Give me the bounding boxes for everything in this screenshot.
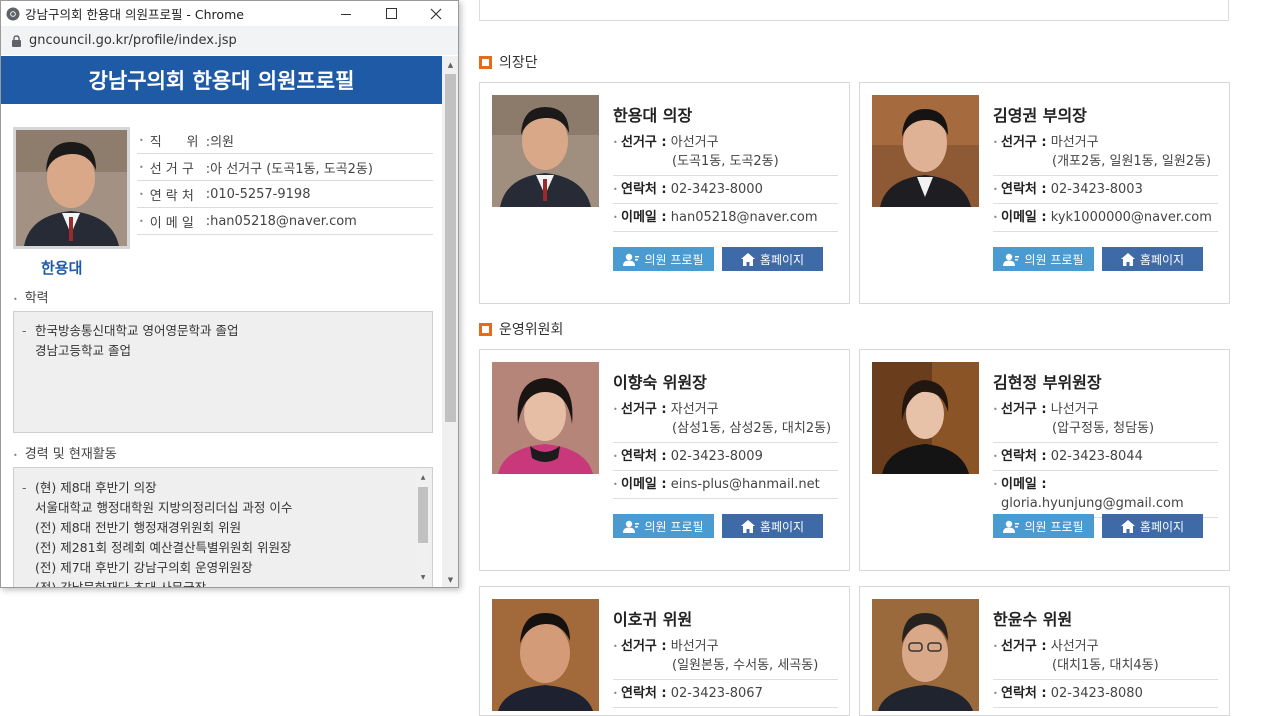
district-row: 선거구 : 마선거구 (개포2동, 일원1동, 일원2동): [993, 133, 1218, 176]
scroll-down-icon[interactable]: ▼: [416, 572, 430, 584]
minimize-icon: [341, 13, 351, 15]
home-icon: [740, 252, 755, 266]
profile-info-list: • 직 위:의원 • 선 거 구:아 선거구 (도곡1동, 도곡2동) • 연 락 처…: [137, 127, 433, 235]
member-name: 김영권 부의장: [993, 106, 1087, 125]
member-profile-button[interactable]: 의원 프로필: [993, 247, 1094, 271]
profile-name: 한용대: [41, 259, 83, 277]
member-name: 한용대 의장: [613, 106, 693, 125]
member-card: 이호귀 위원 선거구 : 바선거구 (일원본동, 수서동, 세곡동) 연락처 :…: [479, 586, 850, 716]
member-card: 김영권 부의장 선거구 : 마선거구 (개포2동, 일원1동, 일원2동) 연락…: [859, 82, 1230, 304]
phone-row: 연락처 : 02-3423-8080: [993, 680, 1218, 708]
career-item: (전) 제281회 정례회 예산결산특별위원회 위원장: [35, 540, 292, 555]
district-row: 선거구 : 사선거구 (대치1동, 대치4동): [993, 637, 1218, 680]
district-row: 선거구 : 나선거구 (압구정동, 청담동): [993, 400, 1218, 443]
maximize-button[interactable]: [368, 1, 414, 26]
education-heading: • 학력: [13, 291, 49, 306]
district-row: 선거구 : 바선거구 (일원본동, 수서동, 세곡동): [613, 637, 838, 680]
member-homepage-button[interactable]: 홈페이지: [722, 514, 823, 538]
section-title-leadership: 의장단: [479, 52, 538, 72]
district-row: 선거구 : 자선거구 (삼성1동, 삼성2동, 대치2동): [613, 400, 838, 443]
chrome-icon: [6, 7, 20, 20]
phone-row: 연락처 : 02-3423-8000: [613, 176, 838, 204]
member-profile-button[interactable]: 의원 프로필: [993, 514, 1094, 538]
user-icon: [623, 520, 640, 533]
url-text: gncouncil.go.kr/profile/index.jsp: [29, 33, 237, 48]
maximize-icon: [385, 8, 397, 19]
career-item: (전) 강남문화재단 초대 사무국장: [35, 580, 207, 588]
career-item: 서울대학교 행정대학원 지방의정리더십 과정 이수: [35, 500, 293, 515]
phone-row: 연락처 : 02-3423-8009: [613, 443, 838, 471]
phone-row: 연락처 : 02-3423-8003: [993, 176, 1218, 204]
window-titlebar[interactable]: 강남구의회 한용대 의원프로필 - Chrome: [1, 1, 458, 26]
education-item: 한국방송통신대학교 영어영문학과 졸업: [22, 321, 424, 341]
career-scrollbar[interactable]: ▲ ▼: [416, 470, 430, 586]
member-name: 한윤수 위원: [993, 610, 1073, 629]
career-item: (전) 제7대 후반기 강남구의회 운영위원장: [35, 560, 253, 575]
scrollbar-thumb[interactable]: [445, 74, 456, 422]
district-row: 선거구 : 아선거구 (도곡1동, 도곡2동): [613, 133, 838, 176]
career-heading: • 경력 및 현재활동: [13, 447, 117, 462]
info-row-position: • 직 위:의원: [137, 127, 433, 154]
home-icon: [1120, 252, 1135, 266]
user-icon: [1003, 520, 1020, 533]
profile-photo: [13, 127, 130, 249]
info-row-email: • 이 메 일:han05218@naver.com: [137, 208, 433, 235]
member-photo[interactable]: [492, 599, 599, 711]
address-bar[interactable]: gncouncil.go.kr/profile/index.jsp: [1, 26, 458, 55]
career-item: (현) 제8대 후반기 의장: [22, 478, 424, 498]
profile-body: 한용대 • 직 위:의원 • 선 거 구:아 선거구 (도곡1동, 도곡2동) • 연…: [1, 104, 442, 588]
member-name: 이호귀 위원: [613, 610, 693, 629]
member-card: 한윤수 위원 선거구 : 사선거구 (대치1동, 대치4동) 연락처 : 02-…: [859, 586, 1230, 716]
member-homepage-button[interactable]: 홈페이지: [722, 247, 823, 271]
home-icon: [1120, 519, 1135, 533]
scroll-down-icon[interactable]: ▼: [442, 572, 458, 587]
education-box: 한국방송통신대학교 영어영문학과 졸업 경남고등학교 졸업: [13, 311, 433, 433]
window-title: 강남구의회 한용대 의원프로필 - Chrome: [25, 7, 244, 22]
minimize-button[interactable]: [323, 1, 369, 26]
info-row-contact: • 연 락 처:010-5257-9198: [137, 181, 433, 208]
profile-header: 강남구의회 한용대 의원프로필: [1, 56, 442, 104]
member-photo[interactable]: [492, 95, 599, 207]
section-square-icon: [479, 322, 492, 336]
member-name: 김현정 부위원장: [993, 373, 1102, 392]
lock-icon: [12, 34, 21, 47]
career-box[interactable]: (현) 제8대 후반기 의장 서울대학교 행정대학원 지방의정리더십 과정 이수…: [13, 467, 433, 588]
member-photo[interactable]: [492, 362, 599, 474]
close-icon: [430, 8, 442, 19]
popup-scrollbar[interactable]: ▲ ▼: [442, 56, 458, 587]
member-photo[interactable]: [872, 362, 979, 474]
phone-row: 연락처 : 02-3423-8044: [993, 443, 1218, 471]
member-card: 한용대 의장 선거구 : 아선거구 (도곡1동, 도곡2동) 연락처 : 02-…: [479, 82, 850, 304]
section-title-text: 운영위원회: [499, 322, 564, 338]
member-card: 김현정 부위원장 선거구 : 나선거구 (압구정동, 청담동) 연락처 : 02…: [859, 349, 1230, 571]
member-homepage-button[interactable]: 홈페이지: [1102, 247, 1203, 271]
phone-row: 연락처 : 02-3423-8067: [613, 680, 838, 708]
member-profile-button[interactable]: 의원 프로필: [613, 514, 714, 538]
email-row: 이메일 : kyk1000000@naver.com: [993, 204, 1218, 232]
scrollbar-thumb[interactable]: [418, 487, 428, 543]
previous-section-box: [479, 0, 1229, 21]
section-title-text: 의장단: [499, 55, 538, 71]
home-icon: [740, 519, 755, 533]
member-photo[interactable]: [872, 599, 979, 711]
member-card: 이향숙 위원장 선거구 : 자선거구 (삼성1동, 삼성2동, 대치2동) 연락…: [479, 349, 850, 571]
education-item: 경남고등학교 졸업: [35, 343, 131, 358]
email-row: 이메일 : eins-plus@hanmail.net: [613, 471, 838, 499]
user-icon: [1003, 253, 1020, 266]
info-row-district: • 선 거 구:아 선거구 (도곡1동, 도곡2동): [137, 154, 433, 181]
email-row: 이메일 : han05218@naver.com: [613, 204, 838, 232]
scroll-up-icon[interactable]: ▲: [416, 472, 430, 484]
section-square-icon: [479, 55, 492, 69]
profile-popup-window: 강남구의회 한용대 의원프로필 - Chrome gncouncil.go.kr…: [0, 0, 459, 588]
email-row: 이메일 : gloria.hyunjung@gmail.com: [993, 471, 1218, 518]
member-photo[interactable]: [872, 95, 979, 207]
member-profile-button[interactable]: 의원 프로필: [613, 247, 714, 271]
scroll-up-icon[interactable]: ▲: [442, 57, 458, 73]
career-item: (전) 제8대 전반기 행정재경위원회 위원: [35, 520, 242, 535]
user-icon: [623, 253, 640, 266]
member-name: 이향숙 위원장: [613, 373, 707, 392]
close-button[interactable]: [413, 1, 458, 26]
section-title-steering-committee: 운영위원회: [479, 319, 563, 339]
member-homepage-button[interactable]: 홈페이지: [1102, 514, 1203, 538]
